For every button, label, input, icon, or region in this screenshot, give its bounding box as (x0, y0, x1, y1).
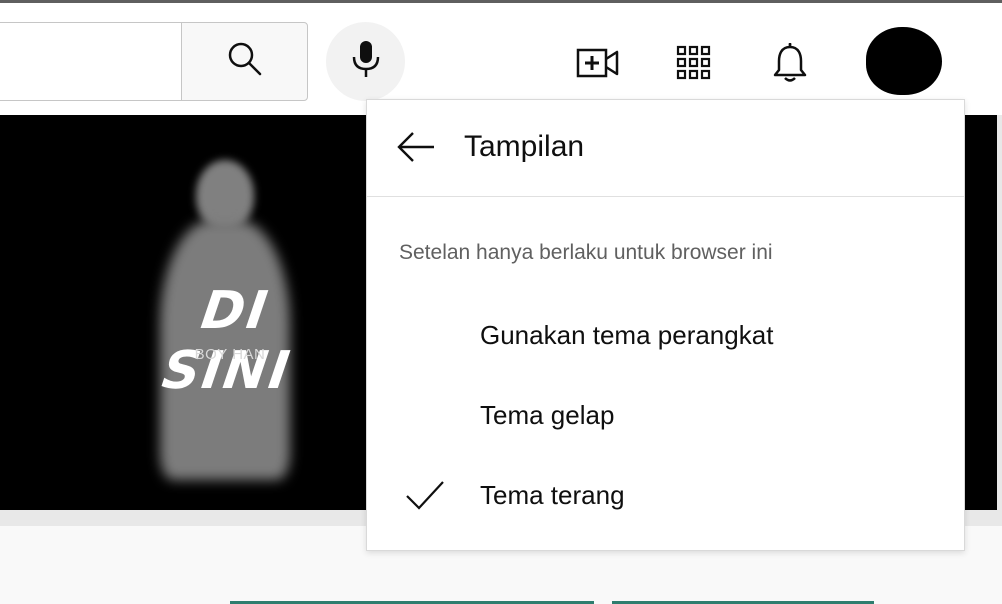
banner-title: DI SINI (158, 281, 295, 401)
appearance-menu: Tampilan Setelan hanya berlaku untuk bro… (366, 99, 965, 551)
avatar[interactable] (866, 27, 942, 95)
option-device-theme[interactable]: Gunakan tema perangkat (367, 295, 964, 375)
menu-header: Tampilan (367, 100, 964, 197)
search-input[interactable] (0, 22, 182, 101)
arrow-left-icon (396, 130, 436, 169)
microphone-icon (349, 39, 383, 84)
option-dark-theme[interactable]: Tema gelap (367, 375, 964, 455)
banner-subtitle: BOY HAN (194, 346, 266, 363)
option-label: Gunakan tema perangkat (480, 320, 774, 350)
voice-search-button[interactable] (326, 22, 405, 101)
create-video-icon[interactable] (576, 41, 620, 85)
apps-grid-icon[interactable] (672, 41, 716, 85)
option-label: Tema terang (480, 480, 625, 510)
page-scroll-edge (997, 115, 1002, 525)
search-icon (225, 39, 265, 84)
option-label: Tema gelap (480, 400, 615, 430)
menu-subtitle: Setelan hanya berlaku untuk browser ini (399, 241, 773, 264)
option-light-theme[interactable]: Tema terang (367, 455, 964, 535)
back-button[interactable] (395, 128, 437, 170)
search-button[interactable] (181, 22, 308, 101)
bell-icon[interactable] (768, 41, 812, 85)
menu-title: Tampilan (464, 130, 585, 163)
checkmark-icon (405, 475, 445, 515)
